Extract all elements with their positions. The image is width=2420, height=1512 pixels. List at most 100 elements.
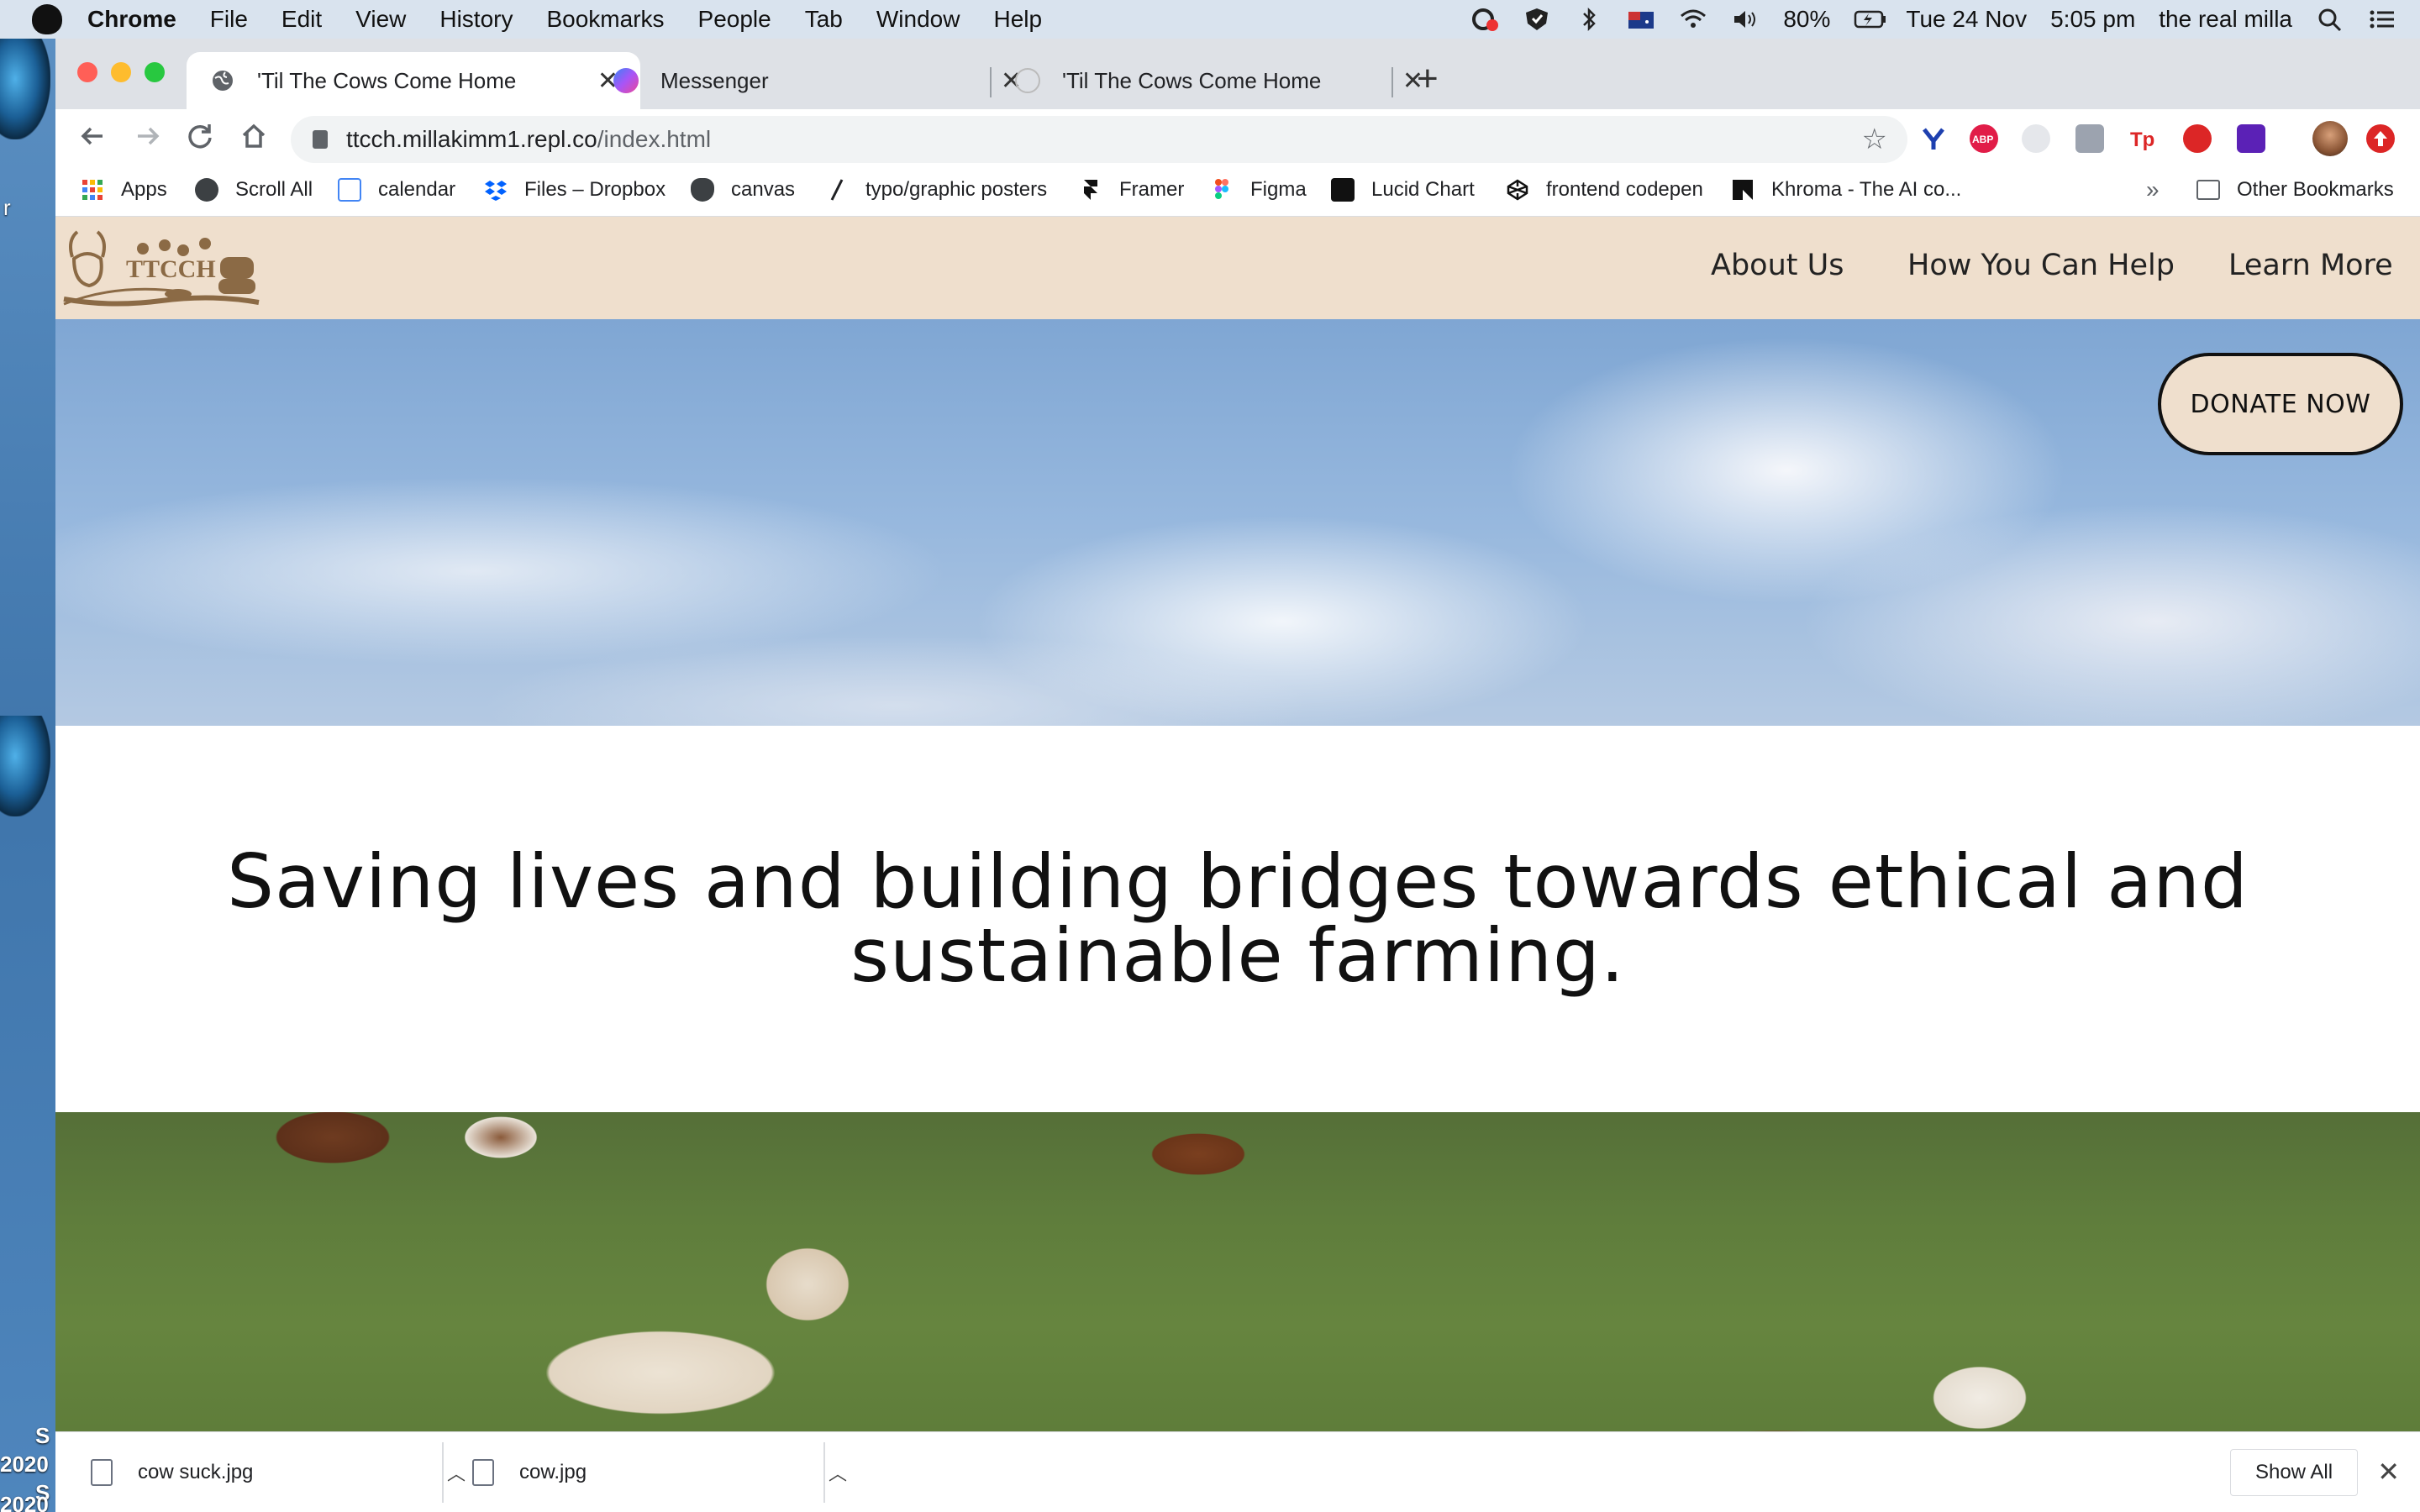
minimize-window-button[interactable] [111,62,131,82]
extension-red-hand-icon[interactable] [2183,124,2212,153]
bookmarks-bar: Apps Scroll All calendar Files – Dropbox… [55,168,2420,217]
back-icon[interactable] [77,121,108,158]
menubar-date[interactable]: Tue 24 Nov [1906,6,2027,33]
maximize-window-button[interactable] [145,62,165,82]
profile-avatar[interactable] [2312,121,2348,156]
bookmark-star-icon[interactable]: ☆ [1862,123,1887,156]
volume-icon[interactable] [1731,7,1760,32]
battery-percent[interactable]: 80% [1783,6,1830,33]
bookmarks-overflow-chevron[interactable]: » [2146,176,2160,203]
bookmark-lucid-chart[interactable]: Lucid Chart [1331,178,1475,202]
butterfly-wallpaper [0,716,50,816]
mac-menu-bar: Chrome File Edit View History Bookmarks … [0,0,2420,39]
update-icon[interactable] [2366,124,2395,153]
window-controls [77,62,165,82]
forward-icon[interactable] [133,121,163,158]
desktop-background: r S 2020 S 2020 [0,39,55,1512]
extension-y-icon[interactable] [1919,124,1948,153]
extension-grey-icon[interactable] [2075,124,2104,153]
menu-tab[interactable]: Tab [805,6,843,33]
menu-help[interactable]: Help [993,6,1042,33]
adblock-plus-icon[interactable]: ABP [1970,124,1998,153]
reload-icon[interactable] [185,121,215,158]
bookmark-typo-posters[interactable]: typo/graphic posters [825,178,1047,202]
home-icon[interactable] [239,121,269,158]
spotlight-search-icon[interactable] [2316,7,2344,32]
tab-messenger[interactable]: Messenger ✕ [590,52,1044,109]
chevron-up-icon[interactable]: ︿ [829,1459,847,1486]
slash-icon [825,178,849,202]
bookmark-label: Apps [121,178,167,201]
notification-center-icon[interactable] [2368,7,2396,32]
close-download-shelf-icon[interactable]: ✕ [2377,1456,2400,1488]
extension-briefcase-icon[interactable] [2022,124,2050,153]
menu-bookmarks[interactable]: Bookmarks [546,6,664,33]
download-item[interactable]: cow suck.jpg ︿ [91,1432,477,1512]
bookmark-scroll-all[interactable]: Scroll All [195,178,313,202]
tab-ttcch-loading[interactable]: 'Til The Cows Come Home ✕ [992,52,1445,109]
bookmark-label: Framer [1119,178,1185,201]
bookmark-canvas[interactable]: canvas [691,178,795,202]
bookmark-calendar[interactable]: calendar [338,178,455,202]
framer-icon [1079,178,1102,202]
address-bar[interactable]: ttcch.millakimm1.repl.co /index.html ☆ [291,116,1907,163]
figma-icon [1210,178,1234,202]
menubar-user[interactable]: the real milla [2159,6,2292,33]
nav-how-you-can-help[interactable]: How You Can Help [1907,249,2175,282]
battery-charging-icon[interactable] [1854,7,1886,32]
bookmark-figma[interactable]: Figma [1210,178,1307,202]
loading-icon [1015,68,1040,93]
cows-field-image [55,1112,2420,1468]
ttcch-logo[interactable]: TTCCH [60,223,271,312]
menu-file[interactable]: File [210,6,248,33]
nav-about-us[interactable]: About Us [1711,249,1844,282]
vpn-shield-icon[interactable] [1523,7,1551,32]
bookmark-khroma[interactable]: Khroma - The AI co... [1731,178,1961,202]
image-file-icon [91,1459,113,1486]
australian-flag-icon[interactable] [1627,7,1655,32]
bookmark-label: Scroll All [235,178,313,201]
globe-icon [210,68,235,93]
tagline-heading: Saving lives and building bridges toward… [227,838,2249,999]
extension-tp-icon[interactable]: Tp [2129,124,2158,153]
apple-icon[interactable] [32,4,62,34]
download-item[interactable]: cow.jpg ︿ [472,1432,859,1512]
image-file-icon [472,1459,494,1486]
bookmark-other-bookmarks[interactable]: Other Bookmarks [2196,178,2394,202]
bookmark-label: calendar [378,178,456,201]
creative-cloud-icon[interactable] [1470,7,1499,32]
chevron-up-icon[interactable]: ︿ [447,1459,466,1486]
menu-app-name[interactable]: Chrome [87,6,176,33]
messenger-icon [613,68,639,93]
svg-text:ABP: ABP [1972,134,1993,145]
download-shelf: cow suck.jpg ︿ cow.jpg ︿ Show All ✕ [55,1431,2420,1512]
globe-icon [195,178,218,202]
bookmark-apps[interactable]: Apps [81,178,167,202]
lock-icon[interactable] [313,130,328,149]
menubar-time[interactable]: 5:05 pm [2050,6,2135,33]
menu-edit[interactable]: Edit [281,6,322,33]
new-tab-icon[interactable]: + [1417,60,1439,97]
bluetooth-icon[interactable] [1575,7,1603,32]
tab-ttcch-active[interactable]: 'Til The Cows Come Home ✕ [187,52,640,109]
nav-learn-more[interactable]: Learn More [2228,249,2393,282]
menu-people[interactable]: People [698,6,771,33]
bookmark-framer[interactable]: Framer [1079,178,1184,202]
canvas-icon [691,178,714,202]
bookmark-label: typo/graphic posters [865,178,1048,201]
wifi-icon[interactable] [1679,7,1707,32]
bookmark-dropbox[interactable]: Files – Dropbox [484,178,666,202]
menu-view[interactable]: View [355,6,406,33]
download-filename: cow suck.jpg [138,1461,254,1483]
show-all-downloads-button[interactable]: Show All [2230,1449,2358,1496]
apps-grid-icon [81,178,104,202]
bookmark-label: frontend codepen [1546,178,1703,201]
menu-history[interactable]: History [439,6,513,33]
extension-purple-icon[interactable] [2237,124,2265,153]
browser-toolbar: ttcch.millakimm1.repl.co /index.html ☆ A… [55,109,2420,168]
donate-now-button[interactable]: DONATE NOW [2158,353,2403,455]
bookmark-codepen[interactable]: frontend codepen [1506,178,1703,202]
close-window-button[interactable] [77,62,97,82]
calendar-icon [338,178,361,202]
menu-window[interactable]: Window [876,6,960,33]
